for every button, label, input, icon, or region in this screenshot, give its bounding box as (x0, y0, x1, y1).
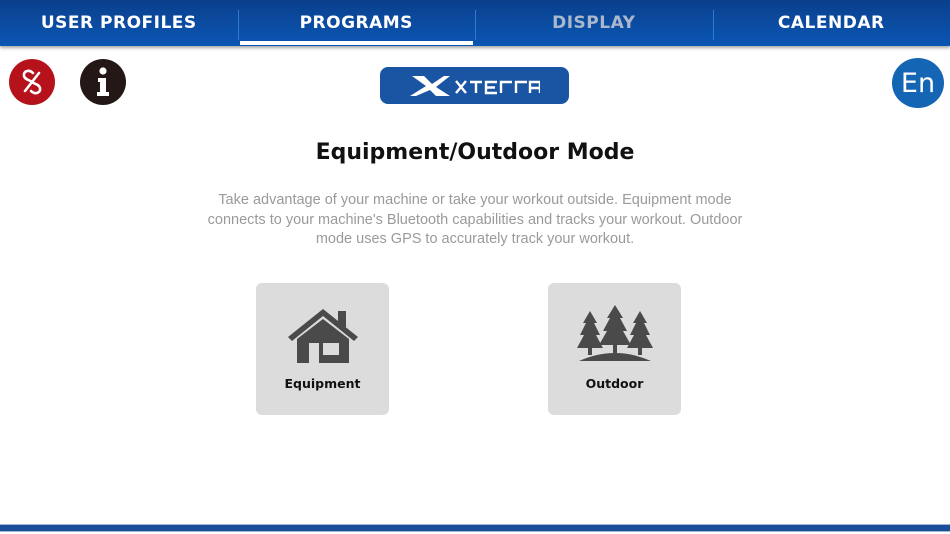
bottom-bar (0, 524, 950, 532)
top-navigation: USER PROFILES PROGRAMS DISPLAY CALENDAR (0, 0, 950, 46)
page-title: Equipment/Outdoor Mode (315, 140, 635, 165)
tab-calendar[interactable]: CALENDAR (712, 0, 950, 46)
unlink-icon (22, 69, 42, 95)
trees-icon (576, 305, 653, 365)
equipment-mode-button[interactable]: Equipment (256, 283, 389, 415)
tab-display[interactable]: DISPLAY (475, 0, 713, 46)
equipment-label: Equipment (284, 376, 361, 391)
info-icon (97, 67, 109, 96)
info-button[interactable] (80, 59, 126, 105)
outdoor-label: Outdoor (585, 376, 644, 391)
language-button[interactable]: En (892, 58, 944, 108)
tab-programs[interactable]: PROGRAMS (237, 0, 476, 46)
tab-user-profiles[interactable]: USER PROFILES (0, 0, 238, 46)
xterra-wordmark (409, 75, 540, 96)
page-description: Take advantage of your machine or take y… (207, 192, 743, 247)
language-label: En (900, 67, 936, 99)
outdoor-mode-button[interactable]: Outdoor (548, 283, 681, 415)
xterra-logo (380, 67, 569, 104)
disconnect-button[interactable] (9, 59, 55, 105)
house-icon (286, 305, 360, 365)
